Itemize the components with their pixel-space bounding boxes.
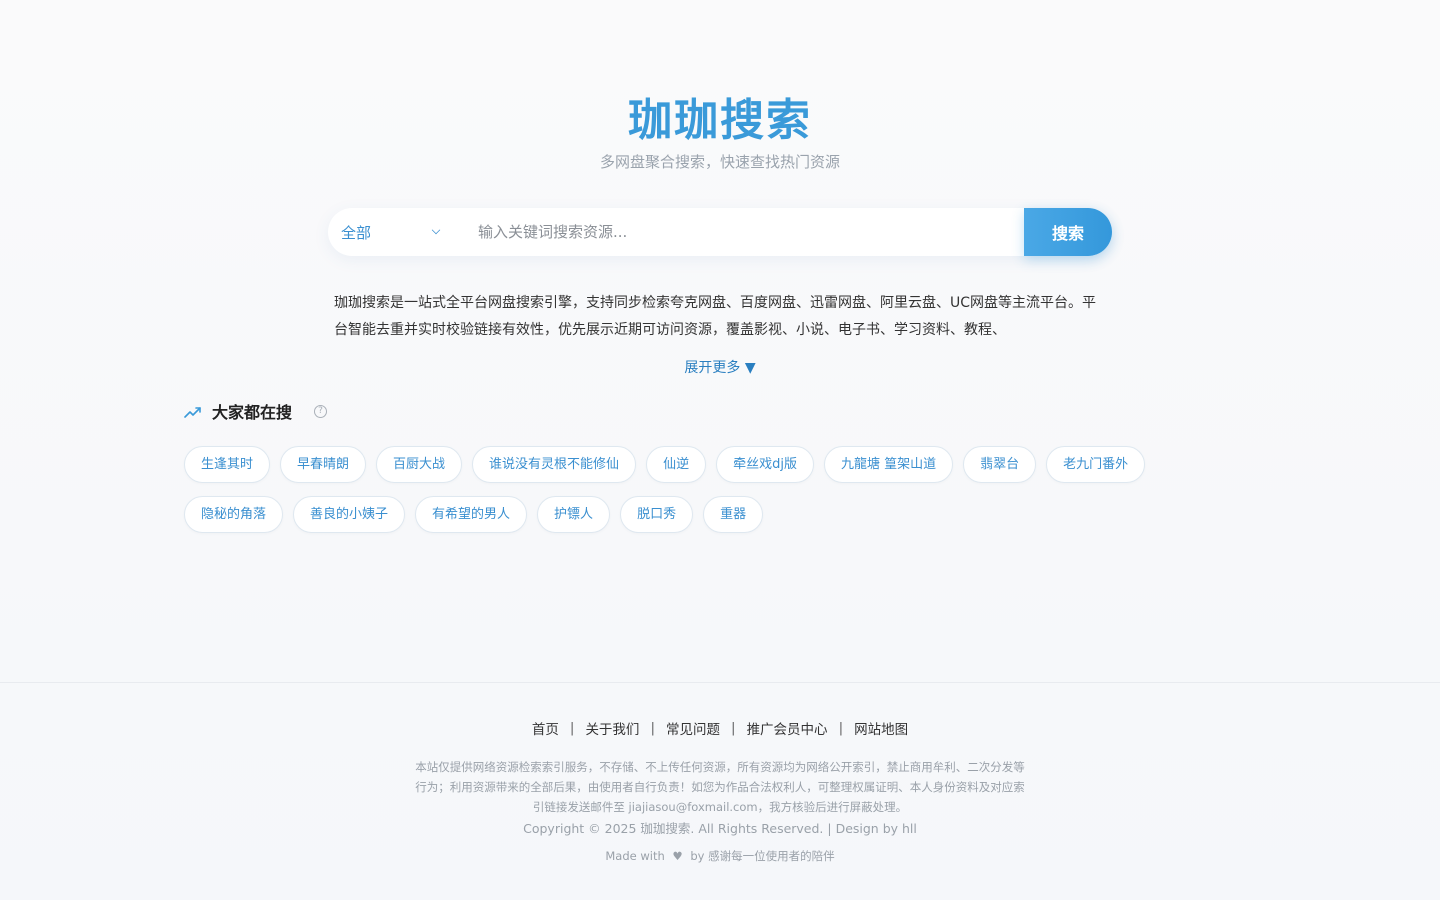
- site-title: 珈珈搜索: [628, 95, 812, 146]
- search-bar: 全部 搜索: [328, 208, 1112, 256]
- footer-link-affiliate[interactable]: 推广会员中心: [747, 718, 828, 738]
- footer-link-faq[interactable]: 常见问题: [666, 718, 720, 738]
- footer-separator: |: [838, 720, 844, 736]
- trending-tag[interactable]: 重器: [703, 496, 764, 533]
- trending-tag[interactable]: 生逢其时: [184, 446, 271, 483]
- trending-tag[interactable]: 翡翠台: [963, 446, 1037, 483]
- trending-tags: 生逢其时 早春晴朗 百厨大战 谁说没有灵根不能修仙 仙逆 牵丝戏dj版 九龍塘 …: [184, 446, 1184, 533]
- trending-tag[interactable]: 脱口秀: [620, 496, 694, 533]
- trending-tag[interactable]: 护镖人: [537, 496, 611, 533]
- intro-text: 珈珈搜索是一站式全平台网盘搜索引擎，支持同步检索夸克网盘、百度网盘、迅雷网盘、阿…: [334, 295, 1097, 338]
- trending-tag[interactable]: 早春晴朗: [280, 446, 367, 483]
- category-select[interactable]: 全部: [328, 208, 460, 256]
- trending-up-icon: [184, 404, 202, 418]
- trending-tag[interactable]: 老九门番外: [1046, 446, 1146, 483]
- footer-copyright: Copyright © 2025 珈珈搜索. All Rights Reserv…: [523, 821, 917, 836]
- trending-header: 大家都在搜 ?: [184, 400, 328, 422]
- help-icon[interactable]: ?: [314, 404, 328, 418]
- trending-tag[interactable]: 百厨大战: [376, 446, 463, 483]
- category-selected-label: 全部: [341, 223, 372, 242]
- chevron-down-icon: [431, 225, 441, 235]
- site-subtitle: 多网盘聚合搜索，快速查找热门资源: [599, 153, 840, 171]
- footer-link-about[interactable]: 关于我们: [585, 718, 639, 738]
- made-with-prefix: Made with: [605, 849, 665, 863]
- trending-tag[interactable]: 善良的小姨子: [293, 496, 406, 533]
- trending-tag[interactable]: 九龍塘 篁架山道: [823, 446, 954, 483]
- expand-more-link[interactable]: 展开更多 ▼: [0, 357, 1440, 377]
- footer-separator: |: [731, 720, 736, 736]
- search-button[interactable]: 搜索: [1024, 208, 1112, 256]
- heart-icon: ♥: [672, 849, 683, 863]
- trending-tag[interactable]: 有希望的男人: [415, 496, 528, 533]
- footer-separator: |: [650, 720, 655, 736]
- trending-tag[interactable]: 谁说没有灵根不能修仙: [472, 446, 637, 483]
- footer-divider: [0, 682, 1440, 683]
- footer-disclaimer: 本站仅提供网络资源检索索引服务，不存储、不上传任何资源，所有资源均为网络公开索引…: [415, 760, 1025, 814]
- footer-nav: 首页 | 关于我们 | 常见问题 | 推广会员中心 | 网站地图: [0, 718, 1440, 738]
- trending-tag[interactable]: 隐秘的角落: [184, 496, 284, 533]
- made-with-suffix: by 感谢每一位使用者的陪伴: [690, 849, 835, 863]
- footer-link-home[interactable]: 首页: [532, 718, 559, 738]
- footer-separator: |: [569, 720, 575, 736]
- trending-title: 大家都在搜: [212, 403, 293, 422]
- trending-tag[interactable]: 仙逆: [646, 446, 707, 483]
- trending-tag[interactable]: 牵丝戏dj版: [716, 446, 814, 483]
- footer-link-sitemap[interactable]: 网站地图: [854, 718, 908, 738]
- footer-made-with: Made with ♥ by 感谢每一位使用者的陪伴: [0, 848, 1440, 864]
- search-input[interactable]: [460, 208, 1024, 256]
